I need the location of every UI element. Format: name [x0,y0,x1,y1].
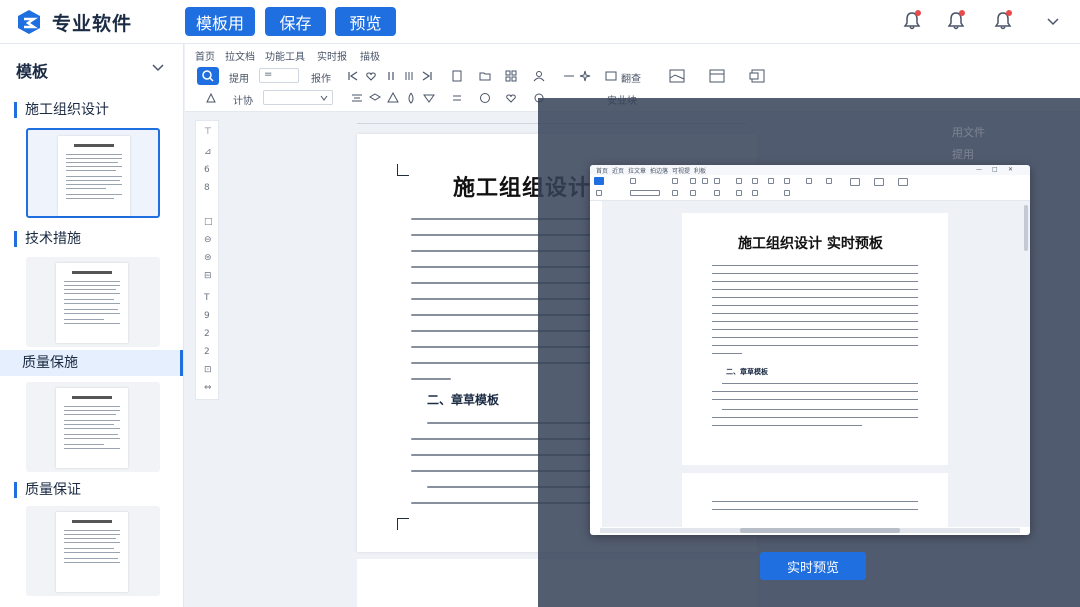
heart-icon[interactable] [365,70,377,82]
preview-menu-item[interactable]: 拍边落 [650,166,668,175]
toolbar-text-find[interactable]: 翻查 [621,70,641,85]
preview-next-page [682,473,948,533]
last-page-icon[interactable] [421,70,433,82]
overlay-ghost-label-2: 提用 [952,148,974,161]
preview-menu-item[interactable]: 近页 [612,166,624,175]
message-bell-icon[interactable] [946,10,966,31]
sidebar-collapse-chevron-icon[interactable] [152,61,164,73]
thumbnail-page [56,263,128,343]
menu-template[interactable]: 描极 [360,48,380,63]
toolbar-style-select[interactable]: = [259,68,299,83]
document-icon[interactable] [451,70,463,82]
toolbar-text-calc: 计协 [233,96,253,107]
thumbnail-page [56,388,128,468]
template-thumbnail-construction-design[interactable] [26,128,160,218]
preview-menu-bar: 首页 近页 拉文章 拍边落 可视提 利板 — □ ✕ [590,165,1030,175]
template-thumbnail-quality-measures[interactable] [26,382,160,472]
search-icon [202,70,214,82]
shape-icon[interactable] [387,92,399,104]
app-title: 专业软件 [52,13,133,35]
first-page-icon[interactable] [347,70,359,82]
alert-bell-icon[interactable] [993,10,1013,31]
menu-realtime[interactable]: 实时报 [317,48,347,63]
preview-page: 施工组织设计 实时预板 二、章草模板 [682,213,948,465]
toolbar-text-apply[interactable]: 提用 [229,70,249,85]
template-thumbnail-quality-assurance[interactable] [26,506,160,596]
columns-icon[interactable] [403,70,415,82]
preview-section-heading: 二、章草模板 [726,368,768,376]
template-thumbnail-technical-measures[interactable] [26,257,160,347]
use-template-button[interactable]: 模板用 [185,7,255,36]
realtime-preview-overlay: 用文件 提用 首页 近页 拉文章 拍边落 可视提 利板 — □ ✕ 施工组织设计… [538,98,1080,607]
minimize-icon[interactable]: — [976,166,982,173]
user-icon[interactable] [533,70,545,82]
layers-icon[interactable] [369,92,381,104]
user-menu-chevron-down-icon[interactable] [1046,14,1060,28]
menu-doc[interactable]: 拉文档 [225,48,255,63]
toolbar-text-operate[interactable]: 报作 [311,70,331,85]
image-icon[interactable] [669,69,685,83]
preview-menu-item[interactable]: 首页 [596,166,608,175]
close-icon[interactable]: ✕ [1008,166,1013,173]
preview-toolbar [590,175,1030,201]
menu-home[interactable]: 首页 [195,48,215,63]
pause-icon[interactable] [385,70,397,82]
app-logo-icon [18,10,40,34]
top-bar: 专业软件 模板用 保存 预览 [0,0,1080,44]
sidebar-heading: 模板 [16,62,49,81]
menu-tools[interactable]: 功能工具 [265,48,305,63]
realtime-preview-button[interactable]: 实时预览 [760,552,866,580]
preview-document-title: 施工组织设计 实时预板 [738,236,883,252]
preview-window: 首页 近页 拉文章 拍边落 可视提 利板 — □ ✕ 施工组织设计 实时预板 二… [590,165,1030,535]
paint-icon[interactable] [205,92,217,104]
preview-menu-item[interactable]: 可视提 [672,166,690,175]
editor-menu-bar: 首页 拉文档 功能工具 实时报 描极 [185,44,1080,64]
table-icon[interactable] [709,69,725,83]
triangle-down-icon[interactable] [423,92,435,104]
grid-icon[interactable] [505,70,517,82]
find-icon[interactable] [605,70,617,82]
line-icon[interactable] [563,70,575,82]
thumbnail-page [56,512,128,592]
circle-icon[interactable] [479,92,491,104]
preview-menu-item[interactable]: 拉文章 [628,166,646,175]
preview-search-icon[interactable] [594,177,604,185]
vertical-ruler: ⊤ ⊿ 6 8 □ ⊖ ⊜ ⊟ T 9 2 2 ⊡ ⇔ [195,120,219,400]
rotate-icon[interactable] [451,92,463,104]
sparkle-icon[interactable] [579,70,591,82]
favorite-icon[interactable] [505,92,517,104]
align-icon[interactable] [351,92,363,104]
preview-horizontal-scrollbar[interactable] [600,528,1020,533]
template-sidebar: 模板 施工组织设计 技术措施 质量保施 质量保证 [0,44,184,607]
sidebar-section-quality-measures[interactable]: 质量保施 [0,350,183,376]
preview-vertical-scrollbar[interactable] [1024,205,1028,251]
thumbnail-page [58,136,130,216]
notification-bell-icon[interactable] [902,10,922,31]
maximize-icon[interactable]: □ [992,166,998,173]
save-button[interactable]: 保存 [265,7,326,36]
drop-icon[interactable] [405,92,417,104]
preview-vertical-ruler [590,201,602,527]
overlay-ghost-label: 用文件 [952,126,985,139]
chevron-down-icon [320,95,328,101]
preview-body: 施工组织设计 实时预板 二、章草模板 [590,201,1030,533]
sidebar-section-technical-measures[interactable]: 技术措施 [14,231,81,247]
folder-icon[interactable] [479,70,491,82]
sidebar-section-quality-assurance[interactable]: 质量保证 [14,482,81,498]
export-icon[interactable] [749,69,765,83]
preview-menu-item[interactable]: 利板 [694,166,706,175]
preview-button[interactable]: 预览 [335,7,396,36]
sidebar-section-construction-design[interactable]: 施工组织设计 [14,102,109,118]
document-section-heading[interactable]: 二、章草模板 [427,391,499,408]
search-tool-button[interactable] [197,67,219,85]
